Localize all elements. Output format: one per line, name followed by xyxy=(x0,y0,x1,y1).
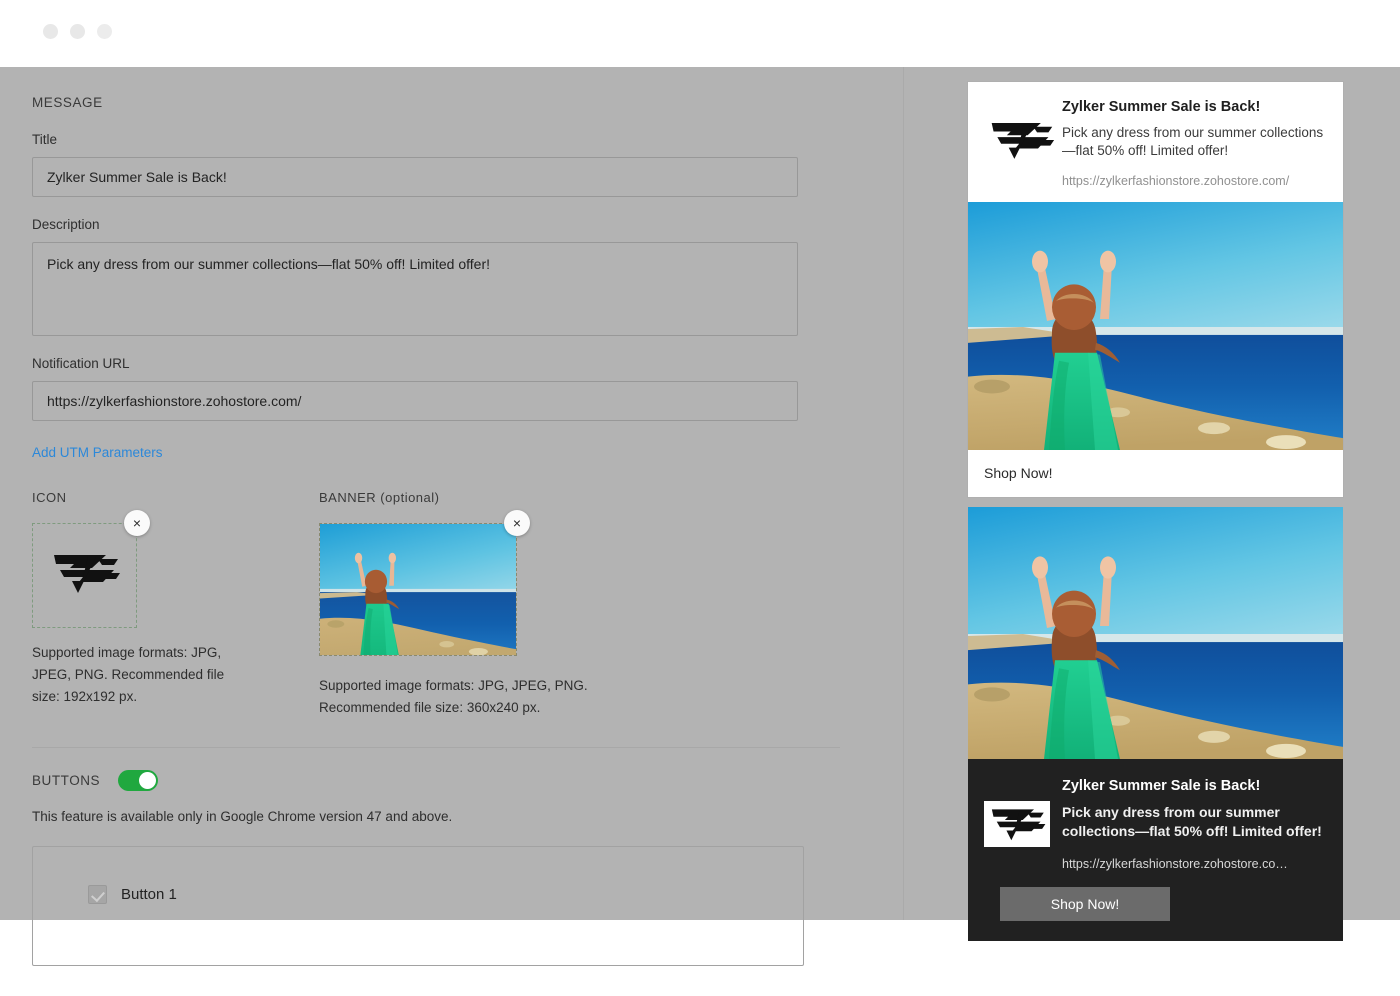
notification-preview-dark: Zylker Summer Sale is Back! Pick any dre… xyxy=(968,506,1343,942)
notification-url-input[interactable] xyxy=(32,381,798,421)
notification-light-header: Zylker Summer Sale is Back! Pick any dre… xyxy=(968,82,1343,202)
buttons-availability-note: This feature is available only in Google… xyxy=(32,808,453,824)
uploads-row: ICON × Supported image formats: JPG, JPE… xyxy=(32,490,871,719)
buttons-config-card: Button 1 xyxy=(32,845,804,966)
icon-upload-hint: Supported image formats: JPG, JPEG, PNG.… xyxy=(32,645,225,704)
message-form-panel: MESSAGE Title Description Notification U… xyxy=(0,67,903,966)
field-notification-url: Notification URL xyxy=(32,356,871,421)
add-utm-parameters-link[interactable]: Add UTM Parameters xyxy=(32,445,163,460)
icon-thumbnail-wrap: × xyxy=(32,510,150,628)
window-controls xyxy=(43,24,112,39)
buttons-section-header: BUTTONS xyxy=(32,769,871,791)
notification-light-banner xyxy=(968,201,1343,450)
notification-dark-action-button[interactable]: Shop Now! xyxy=(1000,887,1170,922)
notification-preview-panel: Zylker Summer Sale is Back! Pick any dre… xyxy=(968,82,1343,942)
notification-light-text: Zylker Summer Sale is Back! Pick any dre… xyxy=(1058,98,1327,188)
banner-section-label: BANNER (optional) xyxy=(319,490,440,505)
notification-dark-header: Zylker Summer Sale is Back! Pick any dre… xyxy=(984,777,1327,871)
buttons-section-label: BUTTONS xyxy=(32,772,101,788)
window-dot-close-icon[interactable] xyxy=(43,24,58,39)
notification-light-url: https://zylkerfashionstore.zohostore.com… xyxy=(1062,173,1290,188)
notification-preview-light: Zylker Summer Sale is Back! Pick any dre… xyxy=(968,82,1343,497)
zylker-fashion-logo-icon xyxy=(48,551,122,600)
woman-on-cliff-photo xyxy=(320,524,516,655)
icon-remove-button[interactable]: × xyxy=(124,510,150,536)
notification-light-action-button[interactable]: Shop Now! xyxy=(968,449,1343,497)
notification-dark-text: Zylker Summer Sale is Back! Pick any dre… xyxy=(1058,777,1327,871)
icon-section-label: ICON xyxy=(32,490,67,505)
banner-upload-hint: Supported image formats: JPG, JPEG, PNG.… xyxy=(319,678,588,715)
section-title-message: MESSAGE xyxy=(32,95,103,110)
window-chrome xyxy=(0,0,1400,67)
banner-thumbnail-wrap: × xyxy=(319,510,530,656)
woman-on-cliff-photo xyxy=(968,201,1343,450)
notification-dark-banner xyxy=(968,506,1343,759)
buttons-enable-toggle[interactable] xyxy=(118,769,159,791)
woman-on-cliff-photo xyxy=(968,506,1343,759)
button-row[interactable]: Button 1 xyxy=(33,884,803,904)
banner-remove-button[interactable]: × xyxy=(504,510,530,536)
notification-url-label: Notification URL xyxy=(32,356,130,371)
notification-dark-title: Zylker Summer Sale is Back! xyxy=(1062,777,1261,794)
notification-dark-body: Pick any dress from our summer collectio… xyxy=(1062,803,1322,839)
window-dot-maximize-icon[interactable] xyxy=(97,24,112,39)
notification-dark-logo xyxy=(984,777,1058,871)
button-1-checkbox xyxy=(88,884,107,904)
window-dot-minimize-icon[interactable] xyxy=(70,24,85,39)
description-textarea[interactable] xyxy=(32,242,798,336)
zylker-fashion-logo-icon xyxy=(986,119,1056,166)
title-input[interactable] xyxy=(32,157,798,197)
field-title: Title xyxy=(32,132,871,197)
banner-upload-column: BANNER (optional) × Supported image form… xyxy=(319,490,739,719)
banner-dropzone[interactable] xyxy=(319,523,517,656)
field-description: Description xyxy=(32,217,871,336)
zylker-fashion-logo-icon xyxy=(984,800,1050,847)
notification-light-title: Zylker Summer Sale is Back! xyxy=(1062,99,1261,115)
title-label: Title xyxy=(32,132,58,147)
icon-dropzone[interactable] xyxy=(32,523,137,628)
section-divider xyxy=(32,746,840,748)
panel-divider xyxy=(903,67,904,920)
notification-light-body: Pick any dress from our summer collectio… xyxy=(1062,124,1324,159)
button-1-label: Button 1 xyxy=(121,885,177,903)
notification-light-logo xyxy=(984,98,1058,188)
notification-dark-body-wrap: Zylker Summer Sale is Back! Pick any dre… xyxy=(968,758,1343,942)
icon-upload-column: ICON × Supported image formats: JPG, JPE… xyxy=(32,490,319,719)
description-label: Description xyxy=(32,217,100,232)
notification-dark-url: https://zylkerfashionstore.zohostore.co… xyxy=(1062,857,1288,872)
